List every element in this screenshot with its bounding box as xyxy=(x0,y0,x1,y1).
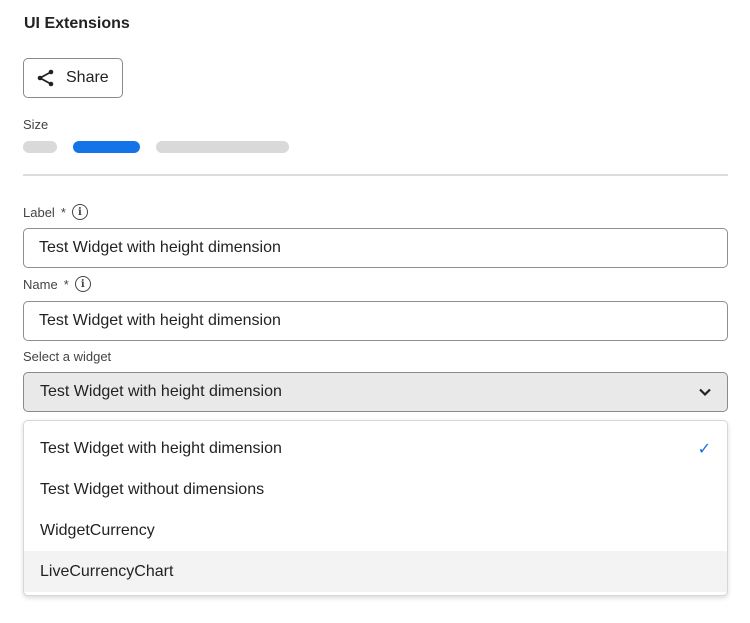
checkmark-icon: ✓ xyxy=(697,441,711,458)
size-option-medium[interactable] xyxy=(73,141,140,153)
menu-item-option[interactable]: WidgetCurrency xyxy=(24,510,727,551)
name-field-label: Name * i xyxy=(23,276,91,292)
share-icon xyxy=(37,69,54,87)
label-field-label: Label * i xyxy=(23,204,88,220)
share-button[interactable]: Share xyxy=(23,58,123,98)
name-text: Name xyxy=(23,276,58,292)
widget-select-value: Test Widget with height dimension xyxy=(40,383,282,400)
option-label: Test Widget with height dimension xyxy=(40,439,282,457)
menu-item-option[interactable]: LiveCurrencyChart xyxy=(24,551,727,592)
label-input[interactable]: Test Widget with height dimension xyxy=(23,228,728,268)
size-option-large[interactable] xyxy=(156,141,289,153)
info-icon[interactable]: i xyxy=(74,276,91,292)
label-text: Label xyxy=(23,204,55,220)
info-icon[interactable]: i xyxy=(71,204,88,220)
option-label: LiveCurrencyChart xyxy=(40,562,174,580)
widget-select[interactable]: Test Widget with height dimension xyxy=(23,372,728,412)
size-label: Size xyxy=(23,117,49,132)
menu-item-option[interactable]: Test Widget without dimensions xyxy=(24,469,727,510)
page-title: UI Extensions xyxy=(24,15,130,32)
share-label: Share xyxy=(66,69,109,86)
select-widget-label: Select a widget xyxy=(23,349,112,364)
required-asterisk: * xyxy=(60,204,66,220)
option-label: WidgetCurrency xyxy=(40,521,155,539)
required-asterisk: * xyxy=(63,276,69,292)
name-input[interactable]: Test Widget with height dimension xyxy=(23,301,728,341)
widget-dropdown-menu: Test Widget with height dimension ✓ Test … xyxy=(23,420,728,596)
menu-item-option[interactable]: Test Widget with height dimension ✓ xyxy=(24,428,727,469)
chevron-down-icon xyxy=(699,388,711,397)
divider xyxy=(23,174,728,176)
option-label: Test Widget without dimensions xyxy=(40,480,265,498)
size-option-small[interactable] xyxy=(23,141,57,153)
